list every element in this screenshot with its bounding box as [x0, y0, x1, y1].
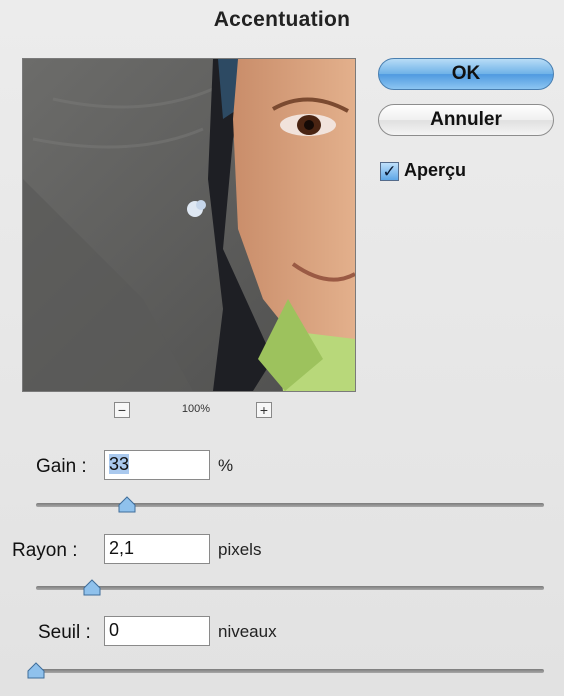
radius-slider-track[interactable]	[36, 579, 544, 596]
preview-photo	[23, 59, 355, 391]
ok-button[interactable]: OK	[378, 58, 554, 90]
threshold-value: 0	[109, 620, 120, 640]
radius-label: Rayon :	[12, 540, 78, 561]
threshold-slider-track[interactable]	[27, 662, 544, 679]
radius-input[interactable]: 2,1	[104, 534, 210, 564]
zoom-in-button[interactable]: +	[256, 402, 272, 418]
threshold-unit: niveaux	[218, 622, 277, 641]
sharpen-dialog: Accentuation − 100% + OK Annuler ✓ Aperç…	[0, 0, 564, 696]
preview-image[interactable]	[22, 58, 356, 392]
preview-label: Aperçu	[404, 160, 467, 180]
gain-slider-thumb[interactable]	[118, 496, 136, 514]
gain-unit: %	[218, 456, 234, 475]
zoom-level: 100%	[181, 403, 211, 415]
gain-slider-track[interactable]	[36, 496, 544, 513]
radius-slider-thumb[interactable]	[83, 579, 101, 597]
cancel-button[interactable]: Annuler	[378, 104, 554, 136]
dialog-title: Accentuation	[213, 8, 351, 31]
gain-label: Gain :	[36, 456, 87, 477]
gain-value: 33	[109, 454, 130, 474]
radius-unit: pixels	[218, 540, 262, 559]
radius-value: 2,1	[109, 538, 135, 558]
preview-checkbox[interactable]: ✓	[380, 162, 399, 181]
threshold-label: Seuil :	[38, 622, 91, 643]
threshold-slider-thumb[interactable]	[27, 662, 45, 680]
gain-input[interactable]: 33	[104, 450, 210, 480]
threshold-input[interactable]: 0	[104, 616, 210, 646]
zoom-controls: − 100% +	[0, 402, 380, 426]
zoom-out-button[interactable]: −	[114, 402, 130, 418]
